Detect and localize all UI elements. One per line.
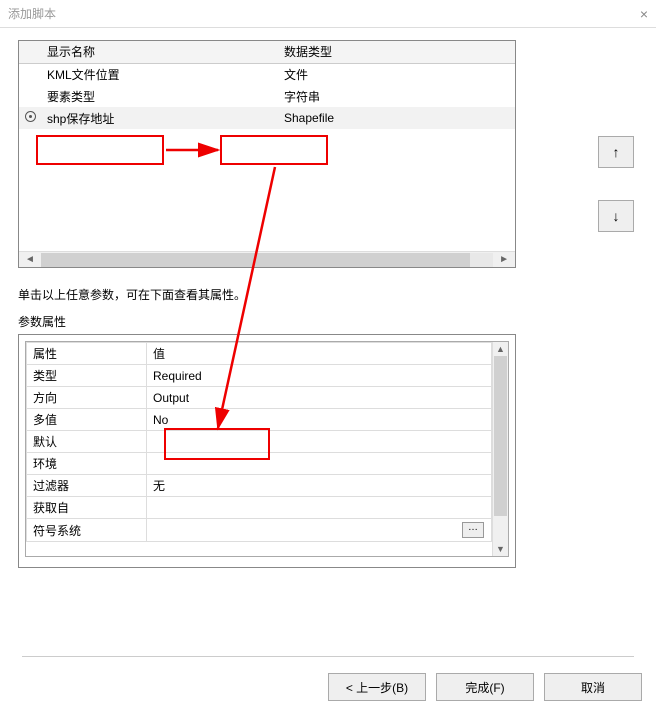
window-title: 添加脚本 bbox=[8, 5, 56, 22]
browse-button[interactable]: … bbox=[462, 522, 484, 538]
move-up-button[interactable]: ↑ bbox=[598, 136, 634, 168]
table-row[interactable]: KML文件位置 文件 bbox=[19, 63, 515, 85]
horizontal-scrollbar[interactable]: ◄ ► bbox=[19, 251, 515, 267]
param-type: 字符串 bbox=[278, 85, 515, 107]
prop-row[interactable]: 默认 bbox=[27, 431, 492, 453]
scroll-up-icon[interactable]: ▲ bbox=[493, 342, 508, 356]
properties-label: 参数属性 bbox=[18, 313, 638, 330]
hint-text: 单击以上任意参数，可在下面查看其属性。 bbox=[18, 286, 638, 303]
properties-grid[interactable]: 属性 值 类型 Required 方向 Output 多值 No 默认 bbox=[25, 341, 509, 557]
prop-row[interactable]: 环境 bbox=[27, 453, 492, 475]
prop-row[interactable]: 获取自 bbox=[27, 497, 492, 519]
arrow-up-icon: ↑ bbox=[613, 144, 620, 160]
prop-row[interactable]: 多值 No bbox=[27, 409, 492, 431]
cancel-button[interactable]: 取消 bbox=[544, 673, 642, 701]
param-name: KML文件位置 bbox=[41, 63, 278, 85]
param-name: 要素类型 bbox=[41, 85, 278, 107]
parameters-grid[interactable]: 显示名称 数据类型 KML文件位置 文件 要素类型 字符串 shp保存地址 Sh… bbox=[18, 40, 516, 268]
close-icon[interactable]: × bbox=[640, 6, 648, 22]
param-name: shp保存地址 bbox=[41, 107, 278, 129]
move-down-button[interactable]: ↓ bbox=[598, 200, 634, 232]
prop-col-val: 值 bbox=[147, 343, 492, 365]
table-row[interactable]: 要素类型 字符串 bbox=[19, 85, 515, 107]
vertical-scrollbar[interactable]: ▲ ▼ bbox=[492, 342, 508, 556]
prop-col-attr: 属性 bbox=[27, 343, 147, 365]
arrow-down-icon: ↓ bbox=[613, 208, 620, 224]
finish-button[interactable]: 完成(F) bbox=[436, 673, 534, 701]
prop-row[interactable]: 方向 Output bbox=[27, 387, 492, 409]
col-data-type: 数据类型 bbox=[278, 41, 515, 63]
scroll-right-icon[interactable]: ► bbox=[495, 254, 513, 265]
prop-row[interactable]: 类型 Required bbox=[27, 365, 492, 387]
col-display-name: 显示名称 bbox=[41, 41, 278, 63]
table-row[interactable]: shp保存地址 Shapefile bbox=[19, 107, 515, 129]
param-type: 文件 bbox=[278, 63, 515, 85]
selected-row-icon bbox=[25, 111, 36, 122]
prop-row[interactable]: 符号系统 … bbox=[27, 519, 492, 542]
back-button[interactable]: < 上一步(B) bbox=[328, 673, 426, 701]
scroll-left-icon[interactable]: ◄ bbox=[21, 254, 39, 265]
prop-row[interactable]: 过滤器 无 bbox=[27, 475, 492, 497]
scroll-down-icon[interactable]: ▼ bbox=[493, 542, 508, 556]
param-type: Shapefile bbox=[278, 107, 515, 129]
